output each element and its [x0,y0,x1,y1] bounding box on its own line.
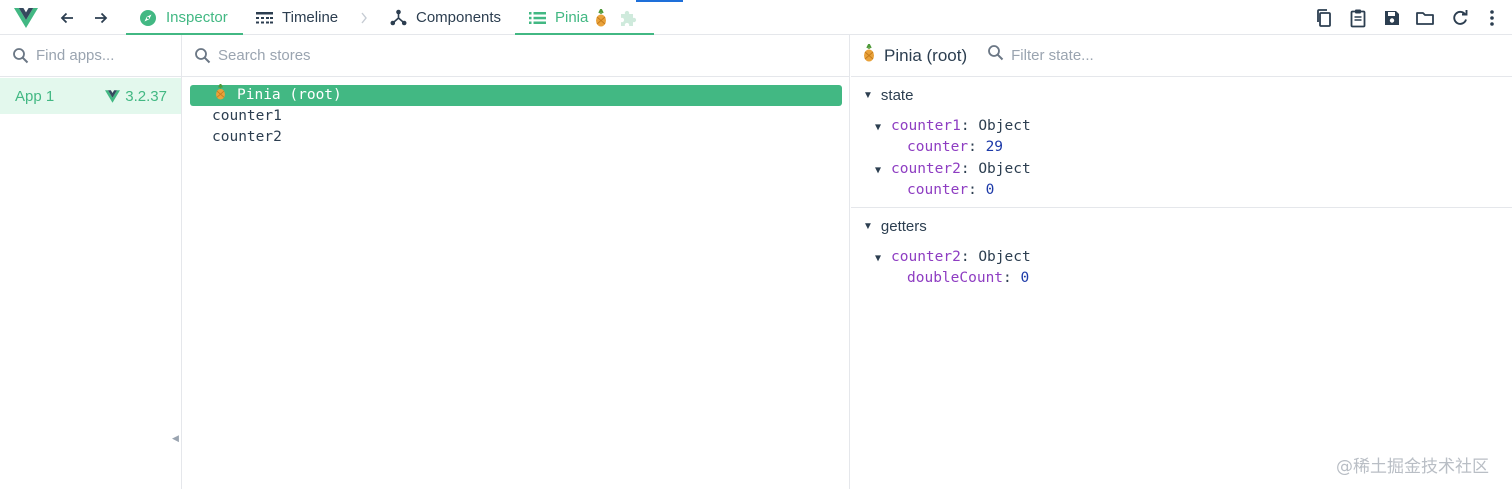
filter-state-input[interactable] [1011,47,1212,64]
tree-leaf[interactable]: doubleCount: 0 [851,268,1512,289]
tree-type: Object [978,118,1031,134]
component-tree-icon [390,9,407,26]
tab-label: Inspector [166,9,228,26]
tab-pinia[interactable]: Pinia [515,0,654,35]
search-stores-input[interactable] [218,47,518,64]
timeline-icon [256,11,273,25]
tab-timeline[interactable]: Timeline [256,0,351,35]
store-item-pinia-root[interactable]: Pinia (root) [190,83,842,107]
caret-down-icon: ▼ [863,220,873,232]
refresh-icon[interactable] [1450,0,1470,35]
apps-search [0,35,181,77]
tree-key: doubleCount [907,270,1004,287]
store-list: Pinia (root) counter1 counter2 [190,83,842,148]
folder-icon[interactable] [1415,0,1435,35]
watermark: @稀土掘金技术社区 [1336,457,1489,477]
stores-pane: Pinia (root) counter1 counter2 [182,35,850,489]
save-icon[interactable] [1382,0,1402,35]
section-title: state [880,86,914,104]
store-label: counter1 [212,108,282,124]
state-pane: Pinia (root) ▼ state ▼ counter1: Object c… [851,35,1512,489]
tab-label: Timeline [282,9,339,26]
state-tree: ▼ counter1: Object counter: 29 ▼ counter2:… [851,116,1512,201]
tree-node[interactable]: ▼ counter1: Object [851,116,1512,137]
pineapple-icon [862,43,876,67]
caret-down-icon: ▼ [875,122,882,133]
state-filter [987,44,1212,67]
app-list-item[interactable]: App 1 3.2.37 [0,78,181,114]
tree-key: counter [907,181,969,198]
pineapple-icon [214,83,227,107]
tree-key: counter1 [891,118,961,134]
tree-key: counter2 [891,249,961,265]
tree-key: counter [907,139,969,156]
list-icon [529,11,546,25]
tree-leaf[interactable]: counter: 29 [851,137,1512,158]
tree-value: 0 [1020,270,1030,287]
section-header-getters[interactable]: ▼ getters [851,208,1512,244]
tree-leaf[interactable]: counter: 0 [851,180,1512,201]
collapse-handle-icon[interactable]: ◀ [172,433,179,444]
tree-type: Object [978,249,1031,265]
devtools-toolbar: Inspector Timeline Components Pinia [0,0,1512,35]
copy-icon[interactable] [1314,0,1334,35]
more-vertical-icon[interactable] [1485,0,1499,35]
tree-sep: : [960,249,979,265]
tab-components[interactable]: Components [390,0,505,35]
store-label: counter2 [212,129,282,145]
tab-inspector[interactable]: Inspector [126,0,243,35]
getters-tree: ▼ counter2: Object doubleCount: 0 [851,247,1512,290]
back-arrow-icon[interactable] [58,0,76,35]
tree-sep: : [960,118,979,134]
vue-logo-icon [105,89,121,103]
paste-icon[interactable] [1348,0,1368,35]
tree-key: counter2 [891,160,961,177]
app-version: 3.2.37 [105,88,167,105]
find-apps-input[interactable] [36,47,176,64]
section-header-state[interactable]: ▼ state [851,77,1512,113]
store-label: Pinia (root) [237,87,342,103]
tree-value: 29 [985,139,1004,156]
caret-down-icon: ▼ [875,253,882,264]
app-name: App 1 [15,87,55,105]
tree-type: Object [978,160,1031,177]
vue-logo-icon [14,0,38,35]
tree-sep: : [968,181,986,198]
caret-down-icon: ▼ [863,89,873,101]
compass-icon [139,9,157,27]
state-title: Pinia (root) [862,43,968,67]
state-header: Pinia (root) [851,35,1512,77]
apps-pane: App 1 3.2.37 ◀ [0,35,182,489]
tree-sep: : [1003,270,1021,287]
search-icon [194,47,212,65]
tree-value: 0 [985,181,995,198]
search-icon [12,47,30,65]
state-section: ▼ state ▼ counter1: Object counter: 29 ▼ c… [851,77,1512,208]
pineapple-icon [594,8,608,27]
version-label: 3.2.37 [125,87,167,105]
forward-arrow-icon[interactable] [92,0,110,35]
chevron-right-icon [359,0,369,35]
stores-search [182,35,849,77]
caret-down-icon: ▼ [875,164,882,176]
tree-sep: : [960,160,979,177]
search-icon [987,44,1005,67]
tab-label: Components [416,9,502,26]
tab-label: Pinia [555,9,589,26]
getters-section: ▼ getters ▼ counter2: Object doubleCount:… [851,208,1512,290]
tree-node[interactable]: ▼ counter2: Object [851,159,1512,180]
puzzle-icon [618,9,638,27]
store-item-counter2[interactable]: counter2 [190,127,842,148]
section-title: getters [880,217,927,235]
store-item-counter1[interactable]: counter1 [190,106,842,127]
tree-sep: : [968,139,986,156]
tree-node[interactable]: ▼ counter2: Object [851,247,1512,268]
state-title-text: Pinia (root) [884,45,968,65]
